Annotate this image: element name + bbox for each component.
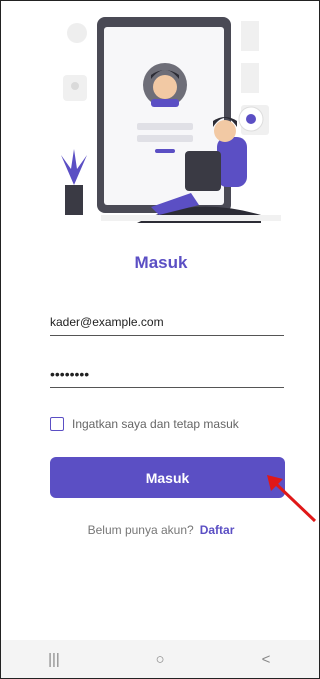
app-screen: Masuk Ingatkan saya dan tetap masuk Masu… xyxy=(0,0,320,679)
login-illustration xyxy=(41,9,281,231)
back-button[interactable]: < xyxy=(246,651,286,668)
signup-prompt-text: Belum punya akun? xyxy=(87,523,194,537)
page-title: Masuk xyxy=(134,253,188,272)
system-navigation-bar: ||| ○ < xyxy=(1,640,319,678)
login-button[interactable]: Masuk xyxy=(50,457,285,498)
recent-apps-button[interactable]: ||| xyxy=(34,651,74,668)
pointer-arrow-icon xyxy=(267,475,317,523)
signup-link[interactable]: Daftar xyxy=(200,523,235,537)
email-field[interactable] xyxy=(50,311,284,336)
remember-me-option[interactable]: Ingatkan saya dan tetap masuk xyxy=(50,417,239,431)
remember-me-label: Ingatkan saya dan tetap masuk xyxy=(72,417,239,431)
signup-prompt: Belum punya akun? Daftar xyxy=(1,523,319,537)
password-field[interactable] xyxy=(50,363,284,388)
password-input[interactable] xyxy=(50,363,284,385)
home-button[interactable]: ○ xyxy=(140,651,180,668)
remember-me-checkbox[interactable] xyxy=(50,417,64,431)
email-input[interactable] xyxy=(50,311,284,333)
